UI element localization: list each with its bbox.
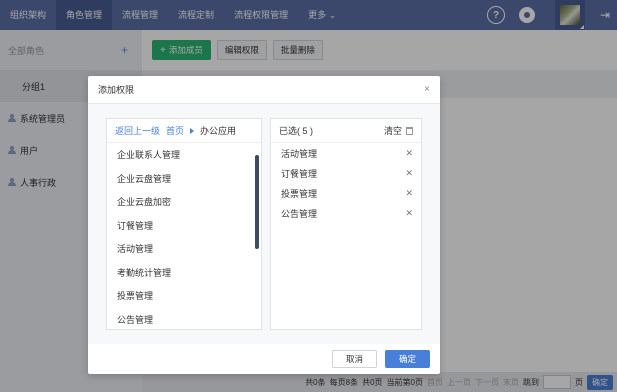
selected-item: 订餐管理 ✕ (271, 163, 421, 183)
clear-label: 清空 (383, 126, 402, 136)
selected-panel: 已选( 5 ) 清空 活动管理 ✕ 订餐管理 ✕ 投票管理 ✕ 公告管理 ✕ (270, 118, 422, 330)
selected-item: 活动管理 ✕ (271, 143, 421, 163)
breadcrumb: 返回上一级 首页 办公应用 (107, 119, 261, 143)
trash-icon (406, 126, 413, 135)
available-panel: 返回上一级 首页 办公应用 企业联系人管理 企业云盘管理 企业云盘加密 订餐管理… (106, 118, 262, 330)
home-link[interactable]: 首页 (166, 124, 184, 137)
remove-icon[interactable]: ✕ (405, 148, 413, 159)
clear-button[interactable]: 清空 (384, 124, 413, 137)
remove-icon[interactable]: ✕ (405, 208, 413, 219)
selected-item-label: 活动管理 (281, 148, 318, 159)
add-permission-dialog: 添加权限 × 返回上一级 首页 办公应用 企业联系人管理 企业云盘管理 企业云盘… (88, 76, 440, 374)
scrollbar[interactable] (255, 155, 259, 249)
cancel-button[interactable]: 取消 (331, 350, 377, 368)
remove-icon[interactable]: ✕ (405, 168, 413, 179)
list-item[interactable]: 投票管理 (107, 284, 261, 308)
list-item[interactable]: 活动管理 (107, 237, 261, 261)
confirm-button[interactable]: 确定 (384, 350, 430, 368)
close-icon[interactable]: × (424, 84, 430, 95)
list-item[interactable]: 考勤统计管理 (107, 261, 261, 285)
back-link[interactable]: 返回上一级 (115, 124, 160, 137)
list-item[interactable]: 订餐管理 (107, 214, 261, 238)
breadcrumb-arrow-icon (190, 127, 195, 134)
dialog-footer: 取消 确定 (88, 344, 440, 374)
list-item[interactable]: 企业云盘管理 (107, 167, 261, 191)
dialog-body: 返回上一级 首页 办公应用 企业联系人管理 企业云盘管理 企业云盘加密 订餐管理… (88, 104, 440, 344)
list-item[interactable]: 企业联系人管理 (107, 143, 261, 167)
dialog-header: 添加权限 × (88, 76, 440, 104)
selected-item-label: 投票管理 (281, 188, 318, 199)
selected-header: 已选( 5 ) 清空 (271, 119, 421, 143)
selected-item-label: 公告管理 (281, 208, 318, 219)
selected-item: 投票管理 ✕ (271, 183, 421, 203)
selected-count: 已选( 5 ) (279, 126, 314, 136)
list-item[interactable]: 公告管理 (107, 308, 261, 332)
breadcrumb-current: 办公应用 (200, 126, 237, 136)
remove-icon[interactable]: ✕ (405, 188, 413, 199)
dialog-title: 添加权限 (98, 85, 135, 95)
selected-item-label: 订餐管理 (281, 168, 318, 179)
list-item[interactable]: 企业云盘加密 (107, 190, 261, 214)
selected-item: 公告管理 ✕ (271, 203, 421, 223)
